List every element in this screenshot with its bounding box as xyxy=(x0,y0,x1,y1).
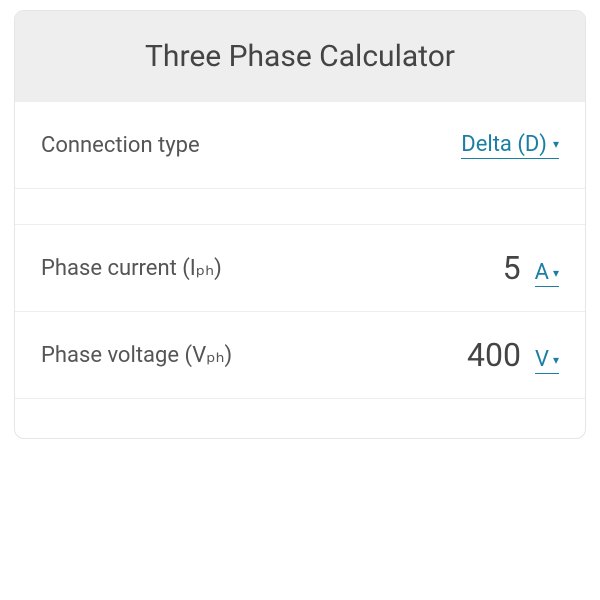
phase-current-value-group: 5 A ▾ xyxy=(503,249,559,287)
row-phase-voltage: Phase voltage (Vₚₕ) 400 V ▾ xyxy=(15,311,585,398)
phase-voltage-unit-select[interactable]: V ▾ xyxy=(535,347,559,374)
phase-voltage-value-group: 400 V ▾ xyxy=(467,336,559,374)
phase-voltage-input[interactable]: 400 xyxy=(467,336,521,374)
phase-voltage-unit: V xyxy=(535,347,549,372)
connection-type-label: Connection type xyxy=(41,133,461,158)
phase-current-label: Phase current (Iₚₕ) xyxy=(41,256,503,281)
chevron-down-icon: ▾ xyxy=(553,137,559,151)
section-spacer xyxy=(15,188,585,224)
partial-value-group xyxy=(545,425,559,427)
row-phase-current: Phase current (Iₚₕ) 5 A ▾ xyxy=(15,224,585,311)
row-connection-type: Connection type Delta (D) ▾ xyxy=(15,102,585,188)
calculator-header: Three Phase Calculator xyxy=(15,11,585,102)
chevron-down-icon: ▾ xyxy=(553,266,559,280)
phase-current-unit-select[interactable]: A ▾ xyxy=(535,260,559,287)
page-title: Three Phase Calculator xyxy=(35,39,565,74)
phase-current-unit: A xyxy=(535,260,549,285)
phase-voltage-label: Phase voltage (Vₚₕ) xyxy=(41,343,467,368)
phase-current-input[interactable]: 5 xyxy=(503,249,521,287)
chevron-down-icon: ▾ xyxy=(553,353,559,367)
connection-type-value: Delta (D) xyxy=(461,132,547,157)
calculator-card: Three Phase Calculator Connection type D… xyxy=(14,10,586,439)
row-partial xyxy=(15,398,585,438)
connection-type-select[interactable]: Delta (D) ▾ xyxy=(461,132,559,159)
